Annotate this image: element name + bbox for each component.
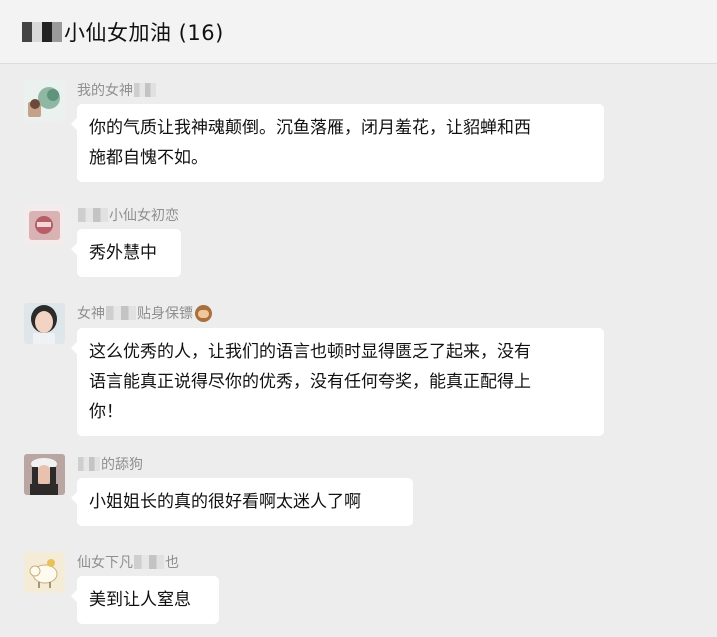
message-line: 语言能真正说得尽你的优秀，没有任何夸奖，能真正配得上 (89, 372, 531, 392)
avatar-girl-photo (24, 303, 65, 344)
message-line: 小姐姐长的真的很好看啊太迷人了啊 (89, 492, 361, 512)
avatar[interactable] (24, 303, 65, 344)
monkey-emoji-icon (195, 304, 212, 322)
chat-header: 小仙女加油 (16) (0, 0, 717, 64)
redacted-name-part (78, 208, 108, 222)
message-bubble[interactable]: 这么优秀的人，让我们的语言也顿时显得匮乏了起来，没有 语言能真正说得尽你的优秀，… (71, 328, 604, 436)
redacted-name-part (134, 83, 156, 97)
sender-name: 仙女下凡也 (77, 555, 179, 571)
message-bubble[interactable]: 秀外慧中 (71, 229, 181, 277)
avatar[interactable] (24, 454, 65, 495)
message-bubble[interactable]: 美到让人窒息 (71, 576, 219, 624)
avatar-stamp-image (24, 205, 65, 246)
message-line: 美到让人窒息 (89, 590, 191, 610)
sender-name: 的舔狗 (77, 454, 143, 474)
message-line: 秀外慧中 (89, 243, 157, 263)
redacted-name-part (78, 457, 100, 471)
message-line: 这么优秀的人，让我们的语言也顿时显得匮乏了起来，没有 (89, 342, 531, 362)
message-bubble[interactable]: 你的气质让我神魂颠倒。沉鱼落雁，闭月羞花，让貂蝉和西 施都自愧不如。 (71, 104, 604, 182)
redacted-name-part (134, 555, 164, 569)
avatar-sheep-drawing (24, 552, 65, 593)
avatar-plant-image (24, 80, 65, 121)
avatar-cap-girl-photo (24, 454, 65, 495)
avatar[interactable] (24, 205, 65, 246)
sender-name: 小仙女初恋 (77, 205, 179, 225)
redacted-mosaic (22, 21, 62, 42)
sender-name: 女神 贴身保镖 (77, 303, 212, 323)
message-line: 你！ (89, 402, 123, 422)
message-line: 你的气质让我神魂颠倒。沉鱼落雁，闭月羞花，让貂蝉和西 (89, 118, 531, 138)
redacted-name-part (106, 306, 136, 320)
message-line: 施都自愧不如。 (89, 148, 208, 168)
avatar[interactable] (24, 552, 65, 593)
message-bubble[interactable]: 小姐姐长的真的很好看啊太迷人了啊 (71, 478, 413, 526)
sender-name: 我的女神 (77, 80, 157, 100)
chat-title[interactable]: 小仙女加油 (16) (64, 17, 224, 47)
avatar[interactable] (24, 80, 65, 121)
